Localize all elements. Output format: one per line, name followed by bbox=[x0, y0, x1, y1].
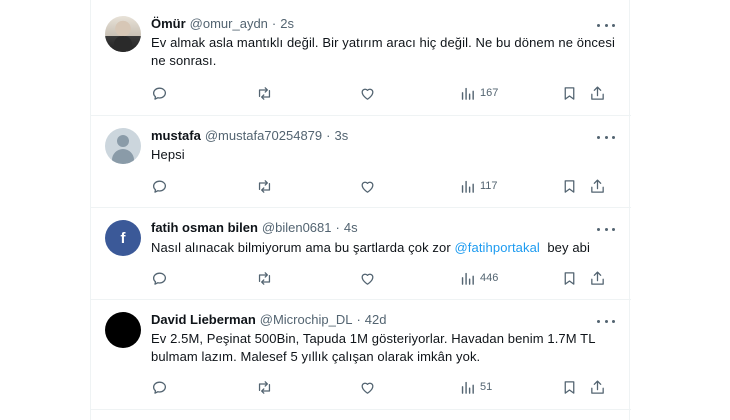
reply-feed: Ömür @omur_aydn · 2s Ev almak asla mantı… bbox=[90, 0, 631, 420]
avatar[interactable]: f bbox=[105, 220, 141, 256]
display-name[interactable]: Ömür bbox=[151, 16, 186, 31]
like-icon bbox=[361, 88, 374, 100]
bookmark-button[interactable] bbox=[561, 83, 578, 103]
views-count: 51 bbox=[480, 381, 493, 393]
bookmark-icon bbox=[564, 380, 575, 394]
views-button[interactable]: 446 bbox=[459, 268, 498, 288]
default-avatar-icon[interactable] bbox=[105, 128, 141, 164]
post-text: Hepsi bbox=[151, 147, 185, 162]
views-icon bbox=[461, 381, 474, 394]
reply-button[interactable] bbox=[151, 83, 168, 103]
reply-post-david[interactable]: David Lieberman @Microchip_DL · 42d Ev 2… bbox=[91, 300, 631, 410]
post-header: David Lieberman @Microchip_DL · 42d bbox=[151, 312, 386, 327]
user-handle[interactable]: @mustafa70254879 bbox=[205, 128, 322, 143]
share-icon bbox=[591, 379, 604, 394]
views-count: 167 bbox=[480, 87, 499, 99]
bookmark-icon bbox=[564, 271, 575, 285]
action-bar: 446 bbox=[151, 268, 621, 288]
share-button[interactable] bbox=[589, 176, 606, 196]
reply-icon bbox=[152, 272, 167, 285]
views-button[interactable]: 117 bbox=[459, 176, 498, 196]
separator-dot: · bbox=[335, 220, 340, 235]
repost-icon bbox=[258, 271, 271, 285]
share-button[interactable] bbox=[589, 377, 606, 397]
bookmark-icon bbox=[564, 179, 575, 193]
repost-button[interactable] bbox=[256, 83, 273, 103]
reply-icon bbox=[152, 87, 167, 100]
action-bar: 51 bbox=[151, 377, 621, 397]
views-count: 117 bbox=[480, 180, 498, 192]
views-button[interactable]: 51 bbox=[459, 377, 492, 397]
repost-button[interactable] bbox=[256, 268, 273, 288]
separator-dot: · bbox=[356, 312, 361, 327]
like-button[interactable] bbox=[359, 268, 376, 288]
separator-dot: · bbox=[326, 128, 331, 143]
post-text: Ev 2.5M, Peşinat 500Bin, Tapuda 1M göste… bbox=[151, 331, 596, 364]
reply-icon bbox=[152, 381, 167, 394]
post-header: Ömür @omur_aydn · 2s bbox=[151, 16, 294, 31]
avatar-body-shape bbox=[112, 149, 134, 164]
post-time[interactable]: 42d bbox=[365, 312, 387, 327]
post-text-after: bey abi bbox=[539, 240, 590, 255]
views-button[interactable]: 167 bbox=[459, 83, 498, 103]
more-icon[interactable] bbox=[597, 222, 615, 236]
display-name[interactable]: mustafa bbox=[151, 128, 201, 143]
reply-post-fatih[interactable]: f fatih osman bilen @bilen0681 · 4s Nası… bbox=[91, 208, 631, 300]
divider bbox=[91, 409, 631, 410]
repost-icon bbox=[258, 179, 271, 193]
repost-icon bbox=[258, 380, 271, 394]
more-icon[interactable] bbox=[597, 18, 615, 32]
post-text: Nasıl alınacak bilmiyorum ama bu şartlar… bbox=[151, 239, 621, 257]
share-button[interactable] bbox=[589, 268, 606, 288]
avatar-head-shape bbox=[117, 135, 129, 147]
bookmark-icon bbox=[564, 86, 575, 100]
like-icon bbox=[361, 273, 374, 285]
like-button[interactable] bbox=[359, 83, 376, 103]
post-header: mustafa @mustafa70254879 · 3s bbox=[151, 128, 348, 143]
reply-button[interactable] bbox=[151, 377, 168, 397]
reply-button[interactable] bbox=[151, 268, 168, 288]
post-time[interactable]: 2s bbox=[280, 16, 294, 31]
separator-dot: · bbox=[271, 16, 277, 31]
bookmark-button[interactable] bbox=[561, 176, 578, 196]
post-text-before: Nasıl alınacak bilmiyorum ama bu şartlar… bbox=[151, 240, 455, 255]
like-icon bbox=[361, 382, 374, 394]
reply-post-omur[interactable]: Ömür @omur_aydn · 2s Ev almak asla mantı… bbox=[91, 0, 631, 116]
display-name[interactable]: David Lieberman bbox=[151, 312, 256, 327]
more-icon[interactable] bbox=[597, 314, 615, 328]
reply-icon bbox=[152, 180, 167, 193]
more-icon[interactable] bbox=[597, 130, 615, 144]
views-icon bbox=[461, 272, 474, 285]
action-bar: 117 bbox=[151, 176, 621, 196]
post-header: fatih osman bilen @bilen0681 · 4s bbox=[151, 220, 358, 235]
views-count: 446 bbox=[480, 272, 499, 284]
bookmark-button[interactable] bbox=[561, 268, 578, 288]
reply-button[interactable] bbox=[151, 176, 168, 196]
avatar[interactable] bbox=[105, 312, 141, 348]
user-handle[interactable]: @Microchip_DL bbox=[260, 312, 353, 327]
like-button[interactable] bbox=[359, 176, 376, 196]
share-button[interactable] bbox=[589, 83, 606, 103]
like-icon bbox=[361, 181, 374, 193]
mention-link[interactable]: @fatihportakal bbox=[455, 240, 540, 255]
user-handle[interactable]: @bilen0681 bbox=[262, 220, 332, 235]
display-name[interactable]: fatih osman bilen bbox=[151, 220, 258, 235]
share-icon bbox=[591, 85, 604, 100]
repost-icon bbox=[258, 86, 271, 100]
user-handle[interactable]: @omur_aydn bbox=[190, 16, 268, 31]
action-bar: 167 bbox=[151, 83, 621, 103]
reply-post-mustafa[interactable]: mustafa @mustafa70254879 · 3s Hepsi 117 bbox=[91, 116, 631, 208]
views-icon bbox=[461, 180, 474, 193]
repost-button[interactable] bbox=[256, 176, 273, 196]
bookmark-button[interactable] bbox=[561, 377, 578, 397]
post-time[interactable]: 3s bbox=[334, 128, 348, 143]
like-button[interactable] bbox=[359, 377, 376, 397]
repost-button[interactable] bbox=[256, 377, 273, 397]
views-icon bbox=[461, 87, 474, 100]
share-icon bbox=[591, 270, 604, 285]
share-icon bbox=[591, 178, 604, 193]
post-time[interactable]: 4s bbox=[344, 220, 358, 235]
post-text: Ev almak asla mantıklı değil. Bir yatırı… bbox=[151, 35, 615, 68]
avatar[interactable] bbox=[105, 16, 141, 52]
